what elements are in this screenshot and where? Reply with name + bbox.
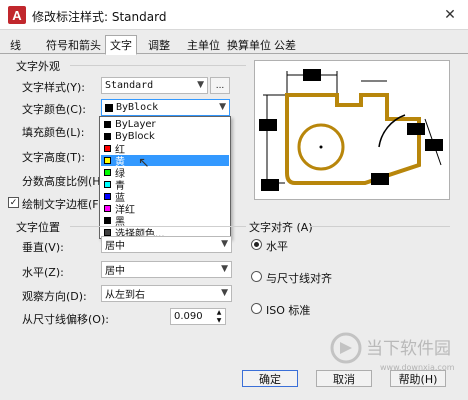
color-swatch-icon: [104, 145, 111, 152]
close-icon[interactable]: ✕: [438, 4, 462, 26]
chevron-down-icon: ▼: [219, 102, 226, 112]
align-horizontal-radio[interactable]: [251, 239, 262, 250]
text-color-select[interactable]: ByBlock ▼: [101, 99, 230, 116]
offset-spinner[interactable]: 0.090 ▲ ▼: [170, 308, 226, 325]
color-option-bylayer[interactable]: ByLayer: [101, 119, 229, 130]
spin-up-icon[interactable]: ▲: [214, 309, 224, 316]
offset-value: 0.090: [174, 311, 203, 322]
color-swatch-icon: [104, 157, 111, 164]
vertical-value: 居中: [105, 241, 125, 252]
color-swatch-icon: [105, 103, 113, 112]
tab-alternate-units[interactable]: 换算单位: [223, 36, 275, 54]
text-style-select[interactable]: Standard ▼: [101, 77, 208, 94]
chevron-down-icon: ▼: [221, 288, 228, 298]
color-swatch-icon: [104, 193, 111, 200]
text-style-browse-button[interactable]: ...: [210, 77, 230, 94]
horizontal-value: 居中: [105, 266, 125, 277]
tab-fit[interactable]: 调整: [144, 36, 174, 54]
watermark-url: www.downxia.com: [380, 363, 455, 372]
spin-down-icon[interactable]: ▼: [214, 317, 224, 324]
text-appearance-group-title: 文字外观: [16, 60, 60, 73]
text-placement-group-title: 文字位置: [16, 221, 60, 234]
dimension-preview: [254, 60, 450, 200]
window-title: 修改标注样式: Standard: [32, 10, 167, 24]
view-direction-value: 从左到右: [105, 290, 145, 301]
color-swatch-icon: [104, 181, 111, 188]
text-color-dropdown-list[interactable]: ByLayer ByBlock 红 黄 绿 青 蓝 洋红 黑 选择颜色...: [99, 116, 231, 240]
group-divider: [310, 226, 450, 227]
draw-frame-label: 绘制文字边框(F): [22, 198, 103, 211]
color-option-label: ByLayer: [115, 119, 156, 130]
group-divider: [70, 226, 246, 227]
chevron-down-icon: ▼: [197, 80, 204, 90]
align-with-dim-line-radio[interactable]: [251, 271, 262, 282]
align-iso-radio[interactable]: [251, 303, 262, 314]
color-swatch-icon: [104, 229, 111, 236]
color-swatch-icon: [104, 205, 111, 212]
horizontal-label: 水平(Z):: [22, 266, 64, 279]
vertical-label: 垂直(V):: [22, 241, 64, 254]
tab-bar: 线 符号和箭头 文字 调整 主单位 换算单位 公差: [0, 35, 468, 55]
view-direction-select[interactable]: 从左到右 ▼: [101, 285, 232, 302]
tab-text[interactable]: 文字: [105, 35, 137, 55]
color-swatch-icon: [104, 169, 111, 176]
draw-frame-checkbox[interactable]: ✓: [8, 197, 19, 208]
text-color-label: 文字颜色(C):: [22, 103, 86, 116]
text-alignment-group-title: 文字对齐 (A): [249, 221, 313, 234]
tab-lines[interactable]: 线: [6, 36, 25, 54]
tab-tolerances[interactable]: 公差: [270, 36, 300, 54]
align-with-dim-line-label: 与尺寸线对齐: [266, 272, 332, 285]
text-color-value: ByBlock: [116, 102, 159, 113]
horizontal-select[interactable]: 居中 ▼: [101, 261, 232, 278]
fill-color-label: 填充颜色(L):: [22, 126, 85, 139]
tab-symbols-arrows[interactable]: 符号和箭头: [42, 36, 105, 54]
text-style-label: 文字样式(Y):: [22, 81, 86, 94]
watermark: 当下软件园 www.downxia.com: [328, 328, 464, 376]
autocad-logo-icon: A: [8, 6, 26, 24]
watermark-brand: 当下软件园: [366, 339, 451, 359]
align-horizontal-label: 水平: [266, 240, 288, 253]
text-height-label: 文字高度(T):: [22, 151, 86, 164]
mouse-cursor-icon: ↖: [138, 155, 150, 171]
group-divider: [70, 65, 246, 66]
ok-button[interactable]: 确定: [242, 370, 298, 387]
watermark-logo: 当下软件园 www.downxia.com: [330, 332, 455, 372]
chevron-down-icon: ▼: [221, 239, 228, 249]
tab-primary-units[interactable]: 主单位: [183, 36, 224, 54]
color-swatch-icon: [104, 121, 111, 128]
color-swatch-icon: [104, 217, 111, 224]
align-iso-label: ISO 标准: [266, 304, 311, 317]
color-swatch-icon: [104, 133, 111, 140]
chevron-down-icon: ▼: [221, 264, 228, 274]
text-style-value: Standard: [105, 80, 154, 91]
vertical-select[interactable]: 居中 ▼: [101, 236, 232, 253]
view-direction-label: 观察方向(D):: [22, 290, 87, 303]
preview-drawing: [259, 69, 443, 191]
offset-from-dim-line-label: 从尺寸线偏移(O):: [22, 313, 109, 326]
fraction-height-scale-label: 分数高度比例(H):: [22, 175, 109, 188]
